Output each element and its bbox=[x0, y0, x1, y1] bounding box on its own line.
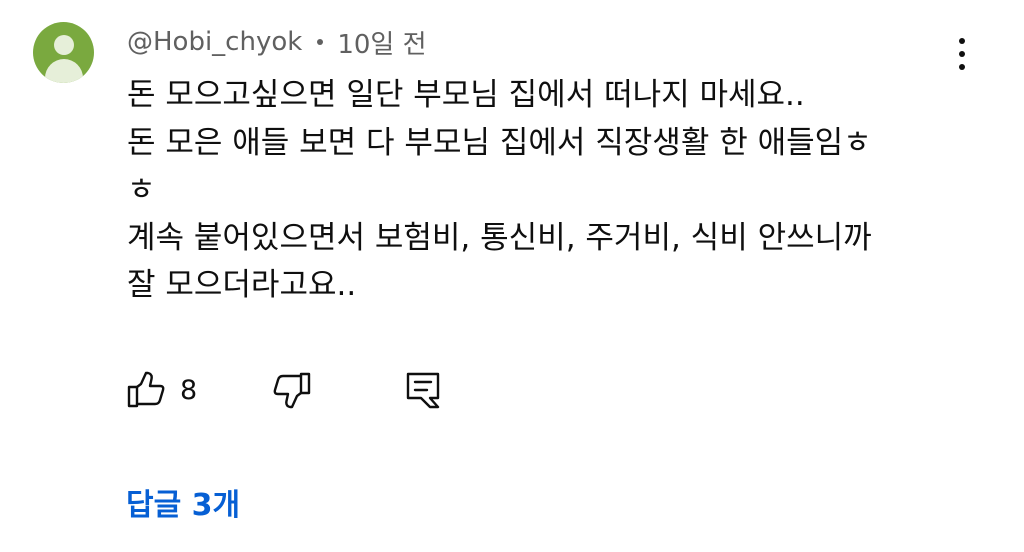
like-count: 8 bbox=[180, 374, 198, 406]
more-dot bbox=[959, 51, 965, 57]
avatar-head-shape bbox=[54, 35, 74, 55]
more-vertical-icon[interactable] bbox=[944, 34, 980, 74]
comment-text: 돈 모으고싶으면 일단 부모님 집에서 떠나지 마세요.. 돈 모은 애들 보면… bbox=[127, 72, 957, 310]
author-name[interactable]: @Hobi_chyok bbox=[127, 27, 302, 57]
comment-timestamp[interactable]: 10일 전 bbox=[337, 24, 426, 61]
dislike-button[interactable] bbox=[272, 366, 312, 414]
comment-line: 잘 모으더라고요.. bbox=[127, 267, 357, 303]
comment-line: ㅎ bbox=[127, 172, 156, 208]
more-dot bbox=[959, 64, 965, 70]
comment-header: @Hobi_chyok 10일 전 bbox=[127, 24, 427, 60]
more-dot bbox=[959, 38, 965, 44]
reply-icon bbox=[406, 372, 440, 409]
separator-dot bbox=[317, 39, 324, 45]
like-button[interactable]: 8 bbox=[126, 366, 197, 414]
comment-line: 돈 모은 애들 보면 다 부모님 집에서 직장생활 한 애들임ㅎ bbox=[127, 124, 872, 161]
avatar-body-shape bbox=[45, 59, 83, 83]
comment-line: 돈 모으고싶으면 일단 부모님 집에서 떠나지 마세요.. bbox=[127, 77, 805, 113]
comment-line: 계속 붙어있으면서 보험비, 통신비, 주거비, 식비 안쓰니까 bbox=[127, 219, 872, 256]
thumbs-down-icon bbox=[273, 372, 311, 409]
view-replies-link[interactable]: 답글 3개 bbox=[126, 480, 240, 524]
avatar-icon[interactable] bbox=[33, 22, 94, 83]
reply-button[interactable] bbox=[404, 366, 444, 414]
thumbs-up-icon bbox=[127, 371, 165, 408]
